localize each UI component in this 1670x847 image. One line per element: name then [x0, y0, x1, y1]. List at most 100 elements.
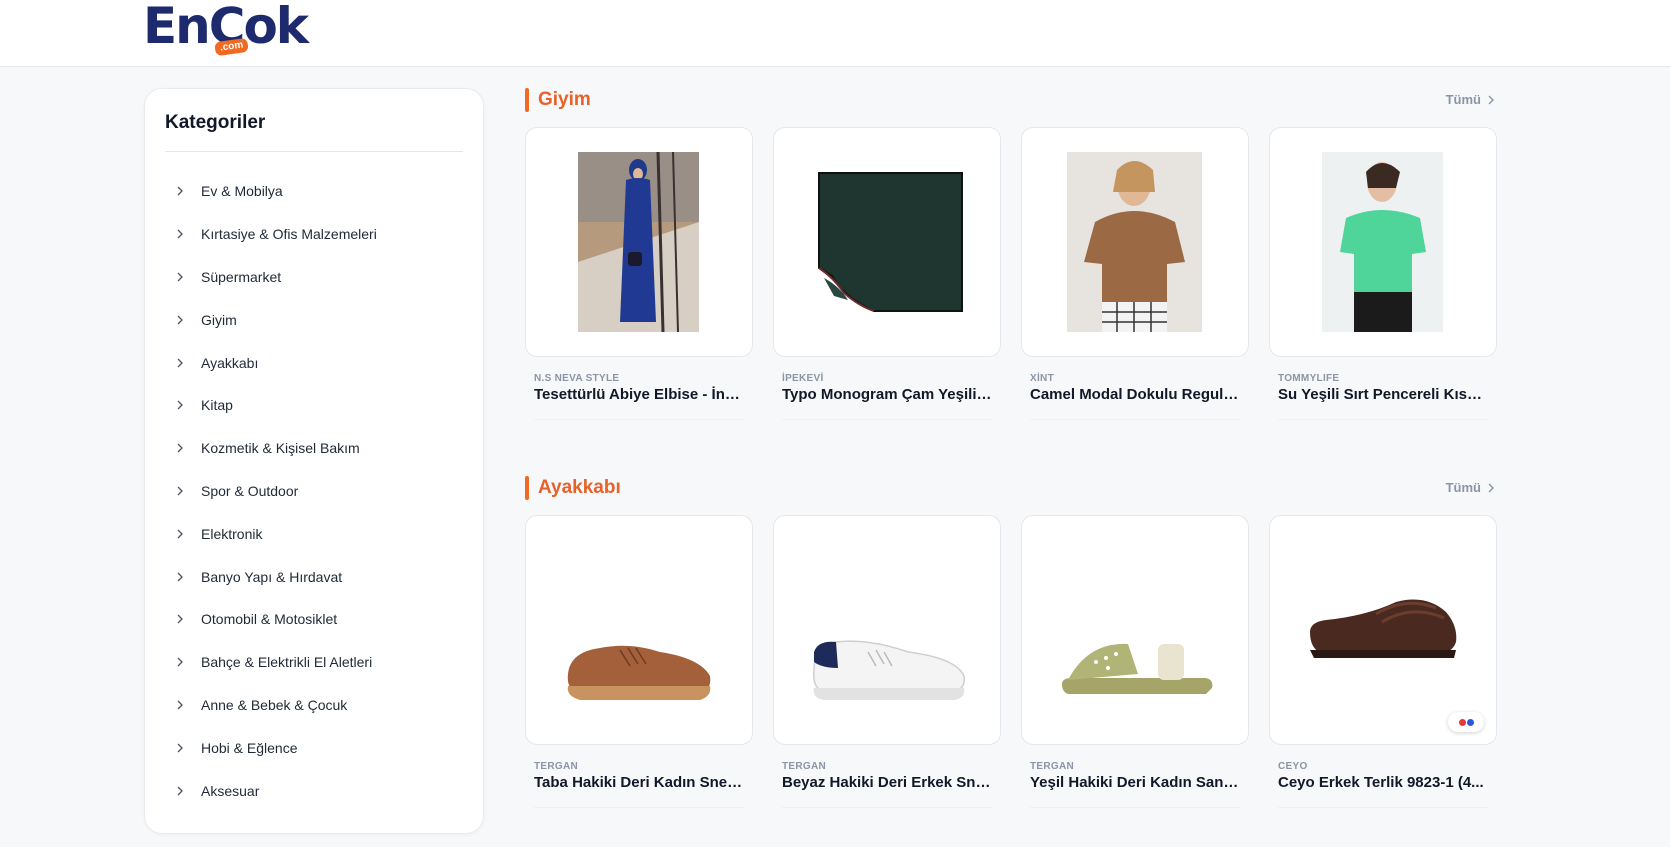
site-logo[interactable]: EnÇok .com: [143, 0, 318, 60]
category-label: Hobi & Eğlence: [201, 739, 298, 756]
chevron-right-icon: [175, 743, 185, 753]
product-image[interactable]: [773, 515, 1001, 745]
product-image[interactable]: [1021, 515, 1249, 745]
white-sneaker-photo: [812, 640, 966, 700]
product-image[interactable]: [525, 515, 753, 745]
product-card[interactable]: N.S NEVA STYLE Tesettürlü Abiye Elbise -…: [525, 127, 753, 420]
category-item-kirtasiye[interactable]: Kırtasiye & Ofis Malzemeleri: [165, 213, 463, 256]
category-item-supermarket[interactable]: Süpermarket: [165, 256, 463, 299]
sidebar-divider: [165, 151, 463, 152]
see-all-link[interactable]: Tümü: [1446, 480, 1495, 495]
product-title[interactable]: Tesettürlü Abiye Elbise - İnci...: [525, 386, 753, 403]
product-brand: TERGAN: [1030, 761, 1075, 772]
category-item-kozmetik[interactable]: Kozmetik & Kişisel Bakım: [165, 427, 463, 470]
dress-photo: [578, 152, 699, 332]
category-label: Elektronik: [201, 525, 263, 542]
product-title[interactable]: Su Yeşili Sırt Pencereli Kısa ...: [1269, 386, 1497, 403]
section-header-giyim: Giyim Tümü: [525, 88, 1495, 114]
product-title[interactable]: Camel Modal Dokulu Regular...: [1021, 386, 1249, 403]
product-brand: TOMMYLIFE: [1278, 373, 1340, 384]
color-variant-badge[interactable]: [1448, 712, 1484, 732]
chevron-right-icon: [175, 486, 185, 496]
tshirt-photo: [1067, 152, 1202, 332]
product-brand: İPEKEVİ: [782, 373, 824, 384]
section-title: Ayakkabı: [538, 477, 621, 498]
category-label: Kitap: [201, 397, 233, 414]
product-card[interactable]: CEYO Ceyo Erkek Terlik 9823-1 (4...: [1269, 515, 1497, 808]
product-card[interactable]: XİNT Camel Modal Dokulu Regular...: [1021, 127, 1249, 420]
green-tshirt-photo: [1322, 152, 1443, 332]
chevron-right-icon: [1488, 95, 1494, 104]
chevron-right-icon: [175, 700, 185, 710]
product-image[interactable]: [1269, 515, 1497, 745]
chevron-right-icon: [175, 572, 185, 582]
product-image[interactable]: [525, 127, 753, 357]
category-item-bahce[interactable]: Bahçe & Elektrikli El Aletleri: [165, 641, 463, 684]
card-divider: [1278, 807, 1488, 808]
chevron-right-icon: [175, 443, 185, 453]
category-label: Spor & Outdoor: [201, 482, 299, 499]
site-header: EnÇok .com: [0, 0, 1670, 67]
category-label: Ev & Mobilya: [201, 183, 283, 200]
section-accent-bar: [525, 88, 529, 112]
card-divider: [1030, 807, 1240, 808]
section-title: Giyim: [538, 89, 591, 110]
chevron-right-icon: [175, 614, 185, 624]
product-title[interactable]: Taba Hakiki Deri Kadın Snea...: [525, 774, 753, 791]
sandal-photo: [1062, 643, 1213, 694]
product-title[interactable]: Ceyo Erkek Terlik 9823-1 (4...: [1269, 774, 1497, 791]
product-image[interactable]: [1021, 127, 1249, 357]
card-divider: [1030, 419, 1240, 420]
category-item-ayakkabi[interactable]: Ayakkabı: [165, 341, 463, 384]
color-dot-red: [1458, 718, 1466, 726]
product-card[interactable]: İPEKEVİ Typo Monogram Çam Yeşili ...: [773, 127, 1001, 420]
chevron-right-icon: [175, 657, 185, 667]
category-label: Aksesuar: [201, 782, 260, 799]
product-card[interactable]: TERGAN Beyaz Hakiki Deri Erkek Sne...: [773, 515, 1001, 808]
chevron-right-icon: [175, 272, 185, 282]
product-title[interactable]: Beyaz Hakiki Deri Erkek Sne...: [773, 774, 1001, 791]
card-divider: [782, 807, 992, 808]
chevron-right-icon: [175, 400, 185, 410]
chevron-right-icon: [175, 186, 185, 196]
product-card[interactable]: TOMMYLIFE Su Yeşili Sırt Pencereli Kısa …: [1269, 127, 1497, 420]
card-divider: [534, 419, 744, 420]
category-item-spor[interactable]: Spor & Outdoor: [165, 470, 463, 513]
category-label: Banyo Yapı & Hırdavat: [201, 568, 343, 585]
slipper-photo: [1310, 599, 1457, 658]
category-item-aksesuar[interactable]: Aksesuar: [165, 769, 463, 812]
chevron-right-icon: [175, 229, 185, 239]
category-item-kitap[interactable]: Kitap: [165, 384, 463, 427]
product-card[interactable]: TERGAN Yeşil Hakiki Deri Kadın Sand...: [1021, 515, 1249, 808]
chevron-right-icon: [175, 529, 185, 539]
chevron-right-icon: [175, 786, 185, 796]
chevron-right-icon: [175, 315, 185, 325]
category-item-banyo[interactable]: Banyo Yapı & Hırdavat: [165, 555, 463, 598]
category-label: Anne & Bebek & Çocuk: [201, 696, 348, 713]
category-label: Ayakkabı: [201, 354, 259, 371]
chevron-right-icon: [1488, 483, 1494, 492]
see-all-link[interactable]: Tümü: [1446, 92, 1495, 107]
product-title[interactable]: Typo Monogram Çam Yeşili ...: [773, 386, 1001, 403]
brown-sneaker-photo: [567, 645, 711, 700]
category-label: Kozmetik & Kişisel Bakım: [201, 440, 360, 457]
see-all-label: Tümü: [1445, 92, 1481, 107]
category-item-anne-bebek[interactable]: Anne & Bebek & Çocuk: [165, 684, 463, 727]
category-label: Kırtasiye & Ofis Malzemeleri: [201, 226, 377, 243]
category-list: Ev & Mobilya Kırtasiye & Ofis Malzemeler…: [165, 170, 463, 812]
category-item-giyim[interactable]: Giyim: [165, 298, 463, 341]
product-image[interactable]: [1269, 127, 1497, 357]
category-label: Otomobil & Motosiklet: [201, 611, 338, 628]
category-item-hobi[interactable]: Hobi & Eğlence: [165, 726, 463, 769]
product-card[interactable]: TERGAN Taba Hakiki Deri Kadın Snea...: [525, 515, 753, 808]
category-label: Giyim: [201, 311, 237, 328]
chevron-right-icon: [175, 358, 185, 368]
category-label: Bahçe & Elektrikli El Aletleri: [201, 654, 373, 671]
category-item-ev-mobilya[interactable]: Ev & Mobilya: [165, 170, 463, 213]
product-brand: TERGAN: [782, 761, 827, 772]
product-image[interactable]: [773, 127, 1001, 357]
scarf-photo: [818, 172, 963, 312]
category-item-otomobil[interactable]: Otomobil & Motosiklet: [165, 598, 463, 641]
product-title[interactable]: Yeşil Hakiki Deri Kadın Sand...: [1021, 774, 1249, 791]
category-item-elektronik[interactable]: Elektronik: [165, 512, 463, 555]
